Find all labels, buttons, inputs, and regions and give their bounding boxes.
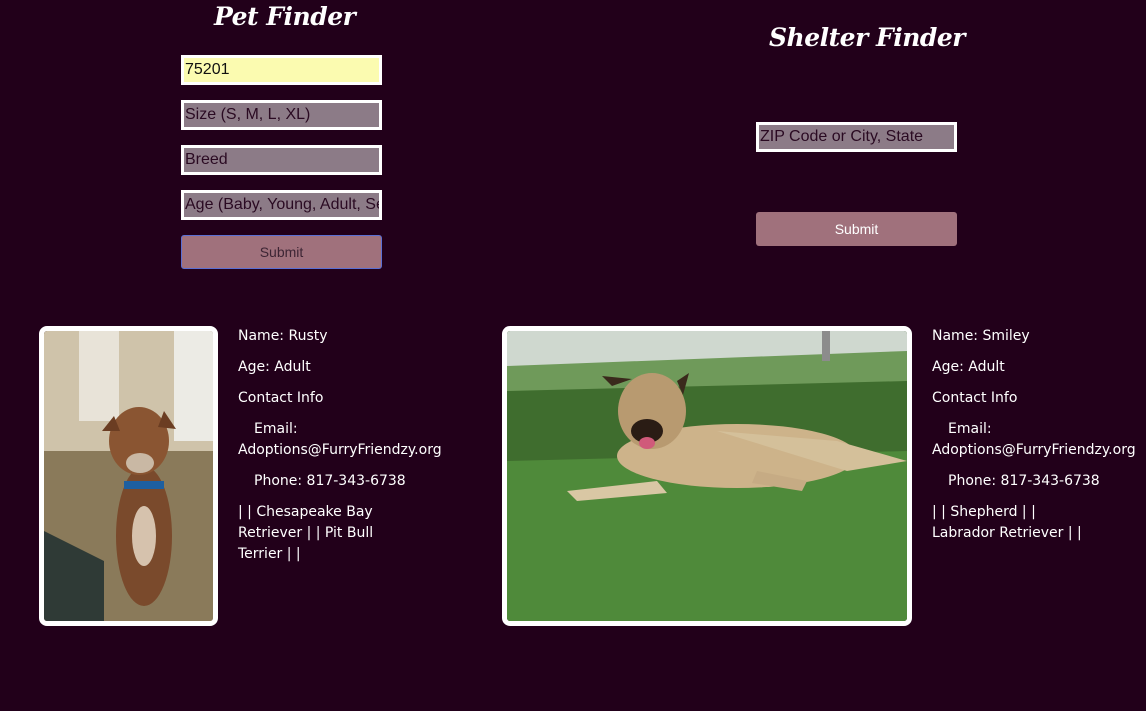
pet-age: Age: Adult: [238, 359, 311, 375]
pet-submit-button[interactable]: Submit: [181, 235, 382, 269]
dog-photo-image: [507, 331, 907, 621]
contact-heading: Contact Info: [932, 390, 1018, 406]
breed-input[interactable]: [181, 145, 382, 175]
phone-line: Phone: 817-343-6738: [254, 473, 406, 489]
dog-photo-image: [44, 331, 213, 621]
shelter-submit-button[interactable]: Submit: [756, 212, 957, 246]
pet-photo-smiley: [502, 326, 912, 626]
pet-name: Name: Rusty: [238, 328, 328, 344]
breed-list: | | Chesapeake Bay Retriever | | Pit Bul…: [238, 504, 374, 562]
pet-age: Age: Adult: [932, 359, 1005, 375]
pet-info-rusty: Name: Rusty Age: Adult Contact Info Emai…: [238, 326, 442, 575]
pet-photo-rusty: [39, 326, 218, 626]
phone-line: Phone: 817-343-6738: [948, 473, 1100, 489]
pet-finder-title: Pet Finder: [214, 2, 356, 31]
pet-info-smiley: Name: Smiley Age: Adult Contact Info Ema…: [932, 326, 1137, 554]
breed-list: | | Shepherd | | Labrador Retriever | |: [932, 504, 1082, 541]
pet-name: Name: Smiley: [932, 328, 1030, 344]
age-input[interactable]: [181, 190, 382, 220]
email-address: Adoptions@FurryFriendzy.org: [238, 442, 442, 458]
shelter-location-input[interactable]: [756, 122, 957, 152]
size-input[interactable]: [181, 100, 382, 130]
email-block: Email: Adoptions@FurryFriendzy.org: [932, 419, 1137, 461]
email-block: Email: Adoptions@FurryFriendzy.org: [238, 419, 442, 461]
shelter-finder-title: Shelter Finder: [769, 23, 965, 52]
email-address: Adoptions@FurryFriendzy.org: [932, 442, 1136, 458]
email-label: Email:: [948, 421, 992, 437]
location-input[interactable]: [181, 55, 382, 85]
contact-heading: Contact Info: [238, 390, 324, 406]
email-label: Email:: [254, 421, 298, 437]
